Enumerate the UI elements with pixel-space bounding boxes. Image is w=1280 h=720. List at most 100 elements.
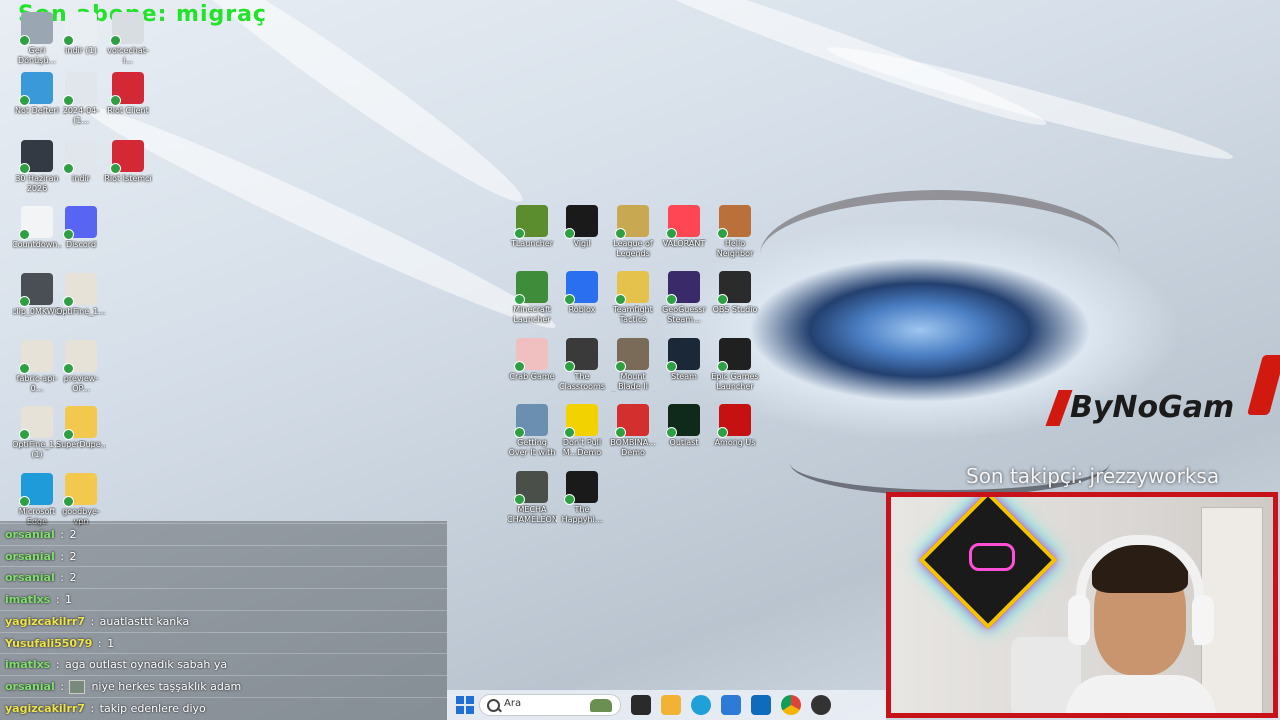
desktop-icon[interactable]: VALORANT <box>659 205 709 249</box>
desktop-icon-label: voicechat-i... <box>107 46 149 65</box>
desktop-icon-label: Teamfight Tactics <box>613 305 653 324</box>
bonsai-icon <box>590 699 612 712</box>
chat-text: aga outlast oynadık sabah ya <box>65 658 228 672</box>
desktop-icon-label: Riot Client <box>107 106 149 115</box>
desktop-icon[interactable]: indir (1) <box>56 12 106 56</box>
desktop-icon[interactable]: Geri Dönüşü... <box>12 12 62 66</box>
desktop-icon[interactable]: TLauncher <box>507 205 557 249</box>
desktop-icon[interactable]: Countdown... <box>12 206 62 250</box>
chat-text: niye herkes taşşaklık adam <box>91 679 242 693</box>
chat-message: imatlxs : 1 <box>0 588 447 610</box>
desktop-icon[interactable]: League of Legends <box>608 205 658 259</box>
chat-username: yagizcakilrr7 <box>5 701 85 715</box>
desktop-icon[interactable]: Hello Neighbor <box>710 205 760 259</box>
desktop-icon-label: Minecraft Launcher <box>513 305 551 324</box>
search-input[interactable]: Ara <box>479 694 621 716</box>
desktop-icon[interactable]: Discord <box>56 206 106 250</box>
desktop-icon[interactable]: The Happyhi... <box>557 471 607 525</box>
desktop-icon-label: preview-OP... <box>63 374 99 393</box>
app-icon <box>666 271 700 305</box>
sync-check-icon <box>63 95 74 106</box>
chat-separator: : <box>52 658 64 672</box>
headset-right-cup <box>1192 595 1214 645</box>
outlook-icon[interactable] <box>751 695 771 715</box>
desktop-icon[interactable]: OptiFine_1... <box>56 273 106 317</box>
search-icon <box>487 699 500 712</box>
desktop-icon[interactable]: 2024-04-(1... <box>56 72 106 126</box>
sync-check-icon <box>615 228 626 239</box>
desktop-icon[interactable]: goodbye-vpn <box>56 473 106 527</box>
desktop-icon[interactable]: Riot Client <box>103 72 153 116</box>
desktop-icon-label: TLauncher <box>510 239 554 248</box>
desktop-icon[interactable]: Microsoft Edge <box>12 473 62 527</box>
desktop-icon[interactable]: Riot İstemci <box>103 140 153 184</box>
sync-check-icon <box>19 229 30 240</box>
app-icon <box>63 406 97 440</box>
desktop-icon-label: BOMBINA... Demo <box>610 438 656 457</box>
desktop-icon[interactable]: Not Defteri <box>12 72 62 116</box>
desktop-icon[interactable]: Outlast <box>659 404 709 448</box>
edge-icon[interactable] <box>691 695 711 715</box>
app-icon <box>514 205 548 239</box>
desktop-icon[interactable]: Teamfight Tactics <box>608 271 658 325</box>
start-button[interactable] <box>455 695 475 715</box>
sync-check-icon <box>717 427 728 438</box>
obs-icon[interactable] <box>811 695 831 715</box>
chat-text: 2 <box>69 571 77 585</box>
desktop-icon[interactable]: clip_0MKW0... <box>12 273 62 317</box>
desktop-icon[interactable]: Roblox <box>557 271 607 315</box>
desktop-icon[interactable]: Among Us <box>710 404 760 448</box>
chat-message: orsanial : 2 <box>0 544 447 567</box>
desktop-icon-label: indir (1) <box>65 46 97 55</box>
app-icon <box>564 471 598 505</box>
desktop-icon[interactable]: GeoGuessr Steam... <box>659 271 709 325</box>
task-view-icon[interactable] <box>631 695 651 715</box>
chat-separator: : <box>56 679 68 693</box>
chat-username: orsanial <box>5 549 55 563</box>
app-icon <box>615 338 649 372</box>
store-icon[interactable] <box>721 695 741 715</box>
desktop-icon[interactable]: Vigil <box>557 205 607 249</box>
desktop-icon-label: Steam <box>671 372 697 381</box>
brand-logo: ByNoGam <box>1045 355 1280 440</box>
app-icon <box>110 72 144 106</box>
desktop-icon[interactable]: The Classrooms <box>557 338 607 392</box>
app-icon <box>63 473 97 507</box>
desktop-icon-label: Epic Games Launcher <box>711 372 759 391</box>
app-icon <box>717 205 751 239</box>
desktop-icon[interactable]: BOMBINA... Demo <box>608 404 658 458</box>
brand-mark-icon <box>1246 355 1280 415</box>
desktop-icon[interactable]: Mount Blade II Bannerlord <box>608 338 658 392</box>
chat-separator: : <box>52 593 64 607</box>
app-icon <box>19 72 53 106</box>
chrome-icon[interactable] <box>781 695 801 715</box>
desktop-icon[interactable]: fabric-api-0... <box>12 340 62 394</box>
desktop-icon[interactable]: Steam <box>659 338 709 382</box>
chat-username: imatlxs <box>5 658 51 672</box>
streamer-shirt <box>1066 675 1216 713</box>
taskbar: Ara <box>447 690 886 720</box>
desktop-icon[interactable]: Epic Games Launcher <box>710 338 760 392</box>
desktop-icon[interactable]: SuperDupe... <box>56 406 106 450</box>
chat-username: orsanial <box>5 528 55 541</box>
desktop-icon[interactable]: preview-OP... <box>56 340 106 394</box>
desktop-icon[interactable]: OBS Studio <box>710 271 760 315</box>
desktop-icon-label: Mount Blade II Bannerlord <box>618 372 648 391</box>
app-icon <box>19 473 53 507</box>
desktop-icon[interactable]: Minecraft Launcher <box>507 271 557 325</box>
sync-check-icon <box>514 294 525 305</box>
desktop-icon[interactable]: voicechat-i... <box>103 12 153 66</box>
chat-text: 1 <box>65 593 73 607</box>
sync-check-icon <box>514 427 525 438</box>
desktop-icon[interactable]: Getting Over It with Ben... <box>507 404 557 458</box>
sync-check-icon <box>19 296 30 307</box>
desktop-icon[interactable]: 30 Haziran 2026 <box>12 140 62 194</box>
desktop-icon[interactable]: OptiFine_1... (1) <box>12 406 62 460</box>
file-explorer-icon[interactable] <box>661 695 681 715</box>
desktop-icon[interactable]: Don't Pull M...Demo <box>557 404 607 458</box>
desktop-icon[interactable]: indir <box>56 140 106 184</box>
desktop-icon[interactable]: Crab Game <box>507 338 557 382</box>
sync-check-icon <box>110 95 121 106</box>
desktop-icon[interactable]: MECHA CHAMELEON <box>507 471 557 525</box>
app-icon <box>514 338 548 372</box>
